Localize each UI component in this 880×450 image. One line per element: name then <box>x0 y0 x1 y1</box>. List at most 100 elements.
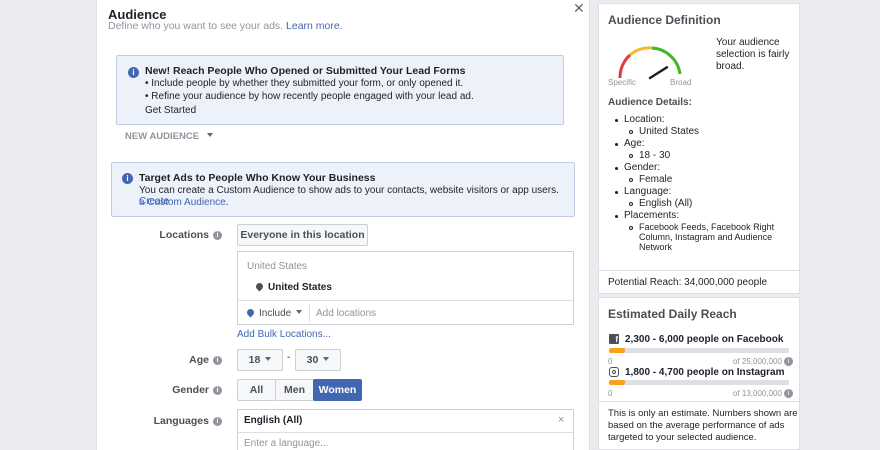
detail-sub-bullet <box>629 154 633 158</box>
estimate-note-2: based on the average performance of ads <box>608 420 785 431</box>
include-dropdown[interactable]: Include <box>245 307 303 319</box>
daily-divider <box>599 401 799 402</box>
estimated-daily-reach-card: Estimated Daily Reach f 2,300 - 6,000 pe… <box>598 297 800 450</box>
facebook-max: of 25,000,000 i <box>733 357 793 366</box>
definition-title: Audience Definition <box>608 13 721 27</box>
instagram-reach-bar <box>609 380 789 385</box>
remove-language-icon[interactable]: × <box>558 414 564 426</box>
audience-gauge <box>618 46 682 80</box>
detail-sub-bullet <box>629 226 633 230</box>
instagram-zero: 0 <box>608 389 613 398</box>
gender-all-button[interactable]: All <box>237 379 276 401</box>
location-pin-icon <box>254 281 265 292</box>
gender-women-button[interactable]: Women <box>313 379 362 401</box>
detail-value: Network <box>639 242 673 252</box>
detail-key: Language: <box>624 186 672 197</box>
detail-sub-bullet <box>629 202 633 206</box>
help-icon[interactable]: i <box>213 356 222 365</box>
definition-desc-2: selection is fairly <box>716 49 790 60</box>
detail-sub-bullet <box>629 178 633 182</box>
chevron-down-icon <box>296 310 303 314</box>
detail-value: Facebook Feeds, Facebook Right <box>639 222 775 232</box>
age-max-dropdown[interactable]: 30 <box>295 349 341 371</box>
info-icon: i <box>128 67 139 78</box>
location-type-dropdown[interactable]: Everyone in this location <box>237 224 368 256</box>
instagram-max: of 13,000,000 i <box>733 389 793 398</box>
locations-divider <box>238 300 573 301</box>
lead-forms-line-2: • Refine your audience by how recently p… <box>145 91 474 102</box>
lead-forms-title: New! Reach People Who Opened or Submitte… <box>145 65 466 77</box>
facebook-reach-fill <box>609 348 626 353</box>
instagram-reach-fill <box>609 380 626 385</box>
new-audience-label: NEW AUDIENCE <box>125 131 200 142</box>
age-label: Age i <box>102 354 222 366</box>
new-audience-dropdown[interactable]: NEW AUDIENCE <box>125 131 214 142</box>
detail-bullet <box>615 191 618 194</box>
locations-box: United States United States Include Add … <box>237 251 574 325</box>
potential-reach: Potential Reach: 34,000,000 people <box>608 277 768 288</box>
include-separator <box>309 304 310 322</box>
age-dash: - <box>287 352 291 363</box>
detail-value: Column, Instagram and Audience <box>639 232 773 242</box>
languages-label: Languages i <box>102 415 222 427</box>
detail-key: Placements: <box>624 210 680 221</box>
facebook-zero: 0 <box>608 357 613 366</box>
daily-reach-title: Estimated Daily Reach <box>608 307 737 321</box>
selected-location[interactable]: United States <box>254 281 332 293</box>
facebook-reach: 2,300 - 6,000 people on Facebook <box>625 334 784 345</box>
get-started-link[interactable]: Get Started <box>145 105 196 116</box>
help-icon[interactable]: i <box>213 231 222 240</box>
sidebar: Audience Definition Specific Broad Your … <box>598 0 800 450</box>
languages-box: English (All) × Enter a language... <box>237 409 574 450</box>
detail-bullet <box>615 167 618 170</box>
add-locations-input[interactable]: Add locations <box>316 308 376 319</box>
facebook-reach-bar <box>609 348 789 353</box>
custom-audience-notice: i Target Ads to People Who Know Your Bus… <box>111 162 575 217</box>
help-icon[interactable]: i <box>783 389 793 398</box>
gender-men-button[interactable]: Men <box>275 379 314 401</box>
languages-divider <box>238 432 573 433</box>
chevron-down-icon <box>265 357 272 361</box>
detail-value: Female <box>639 174 673 185</box>
chevron-down-icon <box>323 357 330 361</box>
detail-key: Age: <box>624 138 645 149</box>
detail-key: Gender: <box>624 162 661 173</box>
gender-label: Gender i <box>102 384 222 396</box>
detail-key: Location: <box>624 114 665 125</box>
close-icon[interactable]: ✕ <box>573 0 585 17</box>
custom-audience-line-2: a Custom Audience. <box>139 197 229 208</box>
gauge-specific-label: Specific <box>608 78 637 87</box>
audience-panel: Audience Define who you want to see your… <box>96 0 590 450</box>
detail-value: 18 - 30 <box>639 150 671 161</box>
instagram-reach: 1,800 - 4,700 people on Instagram <box>625 367 785 378</box>
custom-audience-title: Target Ads to People Who Know Your Busin… <box>139 172 376 184</box>
facebook-icon: f <box>609 334 619 344</box>
add-bulk-locations-link[interactable]: Add Bulk Locations... <box>237 329 331 340</box>
instagram-icon <box>609 367 619 377</box>
definition-desc-3: broad. <box>716 61 745 72</box>
custom-audience-link[interactable]: a Custom Audience <box>139 197 226 208</box>
help-icon[interactable]: i <box>783 357 793 366</box>
locations-label: Locations i <box>102 229 222 241</box>
detail-bullet <box>615 143 618 146</box>
definition-divider <box>599 270 799 271</box>
details-title: Audience Details: <box>608 97 692 108</box>
definition-desc-1: Your audience <box>716 37 780 48</box>
estimate-note-3: targeted to your selected audience. <box>608 432 757 443</box>
detail-bullet <box>615 119 618 122</box>
info-icon: i <box>122 173 133 184</box>
age-min-dropdown[interactable]: 18 <box>237 349 283 371</box>
language-token: English (All) <box>244 415 303 426</box>
estimate-note-1: This is only an estimate. Numbers shown … <box>608 408 798 419</box>
lead-forms-line-1: • Include people by whether they submitt… <box>145 78 464 89</box>
gauge-broad-label: Broad <box>670 78 692 87</box>
help-icon[interactable]: i <box>213 386 222 395</box>
help-icon[interactable]: i <box>213 417 222 426</box>
instagram-lens <box>611 369 616 374</box>
language-input[interactable]: Enter a language... <box>244 438 329 449</box>
chevron-down-icon <box>207 133 214 137</box>
learn-more-link[interactable]: Learn more. <box>286 20 343 32</box>
detail-sub-bullet <box>629 130 633 134</box>
lead-forms-notice: i New! Reach People Who Opened or Submit… <box>116 55 564 125</box>
country-header: United States <box>247 261 308 272</box>
